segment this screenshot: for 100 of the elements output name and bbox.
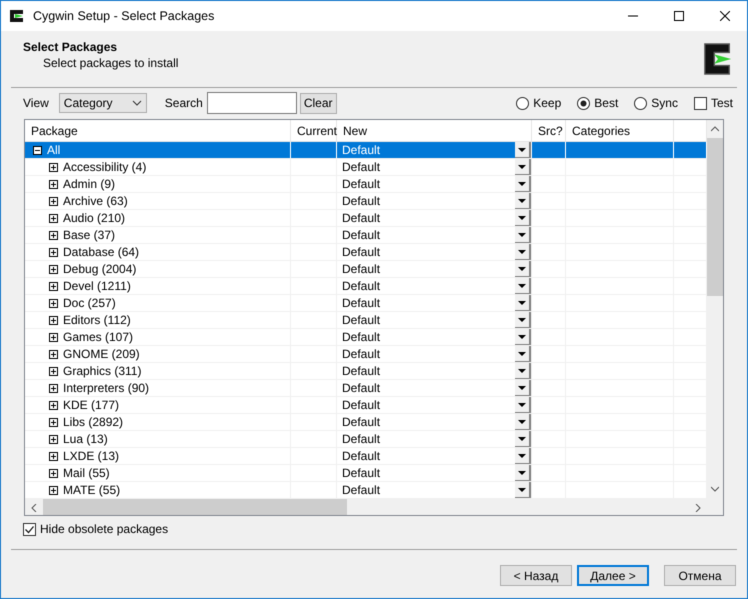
dropdown-button[interactable]: [515, 312, 531, 328]
clear-button[interactable]: Clear: [300, 92, 337, 114]
table-row[interactable]: Audio (210) Default: [25, 210, 707, 227]
expander-icon[interactable]: [49, 248, 58, 256]
dropdown-button[interactable]: [515, 244, 531, 260]
scrollbar-thumb[interactable]: [43, 499, 347, 515]
column-header[interactable]: Current: [291, 120, 337, 141]
dropdown-button[interactable]: [515, 159, 531, 175]
dropdown-button[interactable]: [515, 482, 531, 498]
expander-icon[interactable]: [49, 298, 58, 308]
view-dropdown[interactable]: Category: [58, 93, 147, 113]
column-header[interactable]: Categories: [566, 120, 674, 141]
expander-icon[interactable]: [49, 180, 58, 188]
expander-icon[interactable]: [49, 162, 58, 172]
table-row[interactable]: Graphics (311) Default: [25, 363, 707, 380]
column-header[interactable]: Package: [25, 120, 291, 141]
dropdown-button[interactable]: [515, 431, 531, 447]
table-row[interactable]: Editors (112) Default: [25, 312, 707, 329]
table-row[interactable]: Lua (13) Default: [25, 431, 707, 448]
option-label: Best: [594, 96, 618, 110]
dropdown-button[interactable]: [515, 397, 531, 413]
table-row[interactable]: KDE (177) Default: [25, 397, 707, 414]
caret-icon: [518, 436, 526, 440]
dropdown-button[interactable]: [515, 414, 531, 430]
version-value: Default: [342, 279, 380, 293]
expander-icon[interactable]: [49, 350, 58, 358]
table-row[interactable]: Interpreters (90) Default: [25, 380, 707, 397]
dropdown-button[interactable]: [515, 227, 531, 243]
dropdown-button[interactable]: [515, 448, 531, 464]
dropdown-button[interactable]: [515, 363, 531, 379]
expander-icon[interactable]: [49, 366, 58, 376]
dropdown-button[interactable]: [515, 278, 531, 294]
scroll-down-icon[interactable]: [711, 486, 719, 492]
dropdown-button[interactable]: [515, 329, 531, 345]
expander-icon[interactable]: [33, 146, 42, 154]
expander-icon[interactable]: [49, 230, 58, 240]
scrollbar-thumb[interactable]: [707, 138, 723, 296]
package-name: Debug (2004): [63, 262, 136, 276]
expander-icon[interactable]: [49, 452, 58, 460]
radio-button[interactable]: [516, 96, 530, 110]
expander-icon[interactable]: [49, 264, 58, 274]
expander-icon[interactable]: [49, 418, 58, 426]
table-row[interactable]: LXDE (13) Default: [25, 448, 707, 465]
dropdown-button[interactable]: [515, 295, 531, 311]
dropdown-button[interactable]: [515, 210, 531, 226]
caret-icon: [518, 300, 526, 304]
expander-icon[interactable]: [49, 282, 58, 290]
checkbox[interactable]: [23, 522, 36, 536]
table-row[interactable]: Doc (257) Default: [25, 295, 707, 312]
package-name: Devel (1211): [63, 279, 131, 293]
expander-icon[interactable]: [49, 384, 58, 392]
scroll-up-icon[interactable]: [711, 126, 719, 132]
dialog-button[interactable]: < Назад: [500, 565, 572, 586]
table-row[interactable]: Archive (63) Default: [25, 193, 707, 210]
version-value: Default: [342, 432, 380, 446]
dropdown-button[interactable]: [515, 261, 531, 277]
dropdown-button[interactable]: [515, 346, 531, 362]
package-name: GNOME (209): [63, 347, 140, 361]
expander-icon[interactable]: [49, 486, 58, 494]
version-value: Default: [342, 194, 380, 208]
table-row[interactable]: Devel (1211) Default: [25, 278, 707, 295]
package-name: Graphics (311): [63, 364, 142, 378]
table-row[interactable]: Accessibility (4) Default: [25, 159, 707, 176]
radio-button[interactable]: [634, 96, 648, 110]
table-row[interactable]: Libs (2892) Default: [25, 414, 707, 431]
dropdown-button[interactable]: [515, 380, 531, 396]
expander-icon[interactable]: [49, 196, 58, 206]
table-row[interactable]: Games (107) Default: [25, 329, 707, 346]
column-header[interactable]: Src?: [532, 120, 566, 141]
dialog-button[interactable]: Далее >: [577, 565, 649, 586]
dropdown-button[interactable]: [515, 176, 531, 192]
caret-icon: [518, 164, 526, 168]
checkbox[interactable]: [694, 96, 707, 110]
close-icon[interactable]: [720, 11, 730, 21]
table-row[interactable]: Mail (55) Default: [25, 465, 707, 482]
table-row[interactable]: Base (37) Default: [25, 227, 707, 244]
table-row[interactable]: GNOME (209) Default: [25, 346, 707, 363]
scroll-right-icon[interactable]: [695, 504, 701, 512]
expander-icon[interactable]: [49, 434, 58, 444]
scroll-left-icon[interactable]: [31, 504, 37, 512]
caret-icon: [518, 470, 526, 474]
dropdown-button[interactable]: [515, 193, 531, 209]
search-label: Search: [164, 96, 203, 110]
expander-icon[interactable]: [49, 400, 58, 410]
table-row[interactable]: All Default: [25, 142, 707, 159]
expander-icon[interactable]: [49, 214, 58, 222]
column-header[interactable]: New: [337, 120, 532, 141]
expander-icon[interactable]: [49, 468, 58, 478]
dropdown-button[interactable]: [515, 465, 531, 481]
table-row[interactable]: Debug (2004) Default: [25, 261, 707, 278]
radio-button[interactable]: [577, 96, 590, 110]
search-field[interactable]: [206, 92, 297, 114]
dialog-button[interactable]: Отмена: [664, 565, 736, 586]
maximize-icon[interactable]: [674, 11, 684, 21]
dropdown-button[interactable]: [515, 142, 531, 158]
expander-icon[interactable]: [49, 332, 58, 342]
table-row[interactable]: Admin (9) Default: [25, 176, 707, 193]
option-label: Test: [710, 96, 733, 110]
expander-icon[interactable]: [49, 316, 58, 324]
table-row[interactable]: Database (64) Default: [25, 244, 707, 261]
